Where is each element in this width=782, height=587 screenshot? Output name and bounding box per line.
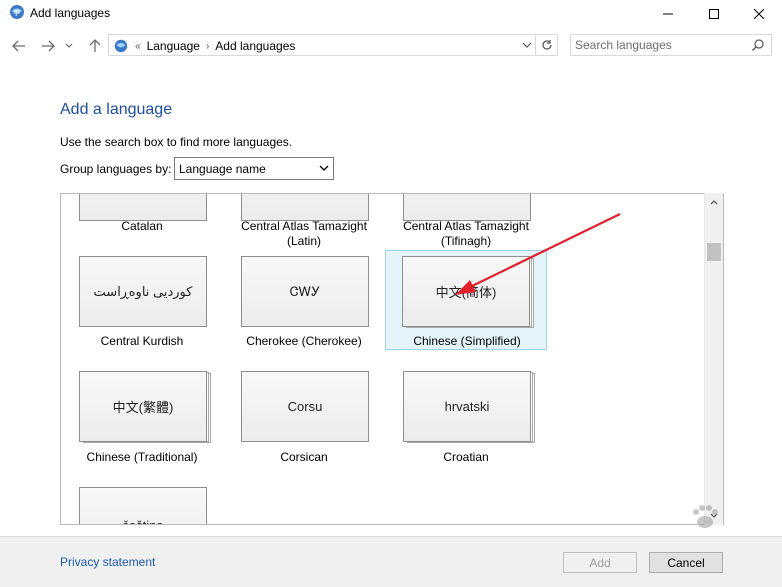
language-grid: Catalan Central Atlas Tamazight (Latin) … xyxy=(60,193,724,525)
language-preview xyxy=(241,194,371,222)
breadcrumb-overflow[interactable]: « xyxy=(135,41,141,52)
breadcrumb-separator-icon: › xyxy=(205,40,210,52)
back-button[interactable] xyxy=(9,36,29,56)
scroll-up-button[interactable] xyxy=(705,195,723,209)
language-preview: 中文(简体) xyxy=(402,256,534,328)
language-preview: čeština xyxy=(79,487,209,524)
group-by-select[interactable]: Language name xyxy=(174,157,334,180)
language-preview: ᏣᎳᎩ xyxy=(241,256,371,328)
language-globe-icon: 字 xyxy=(10,5,24,19)
language-tile-central-atlas-tamazight-latin[interactable]: Central Atlas Tamazight (Latin) xyxy=(223,194,385,250)
close-button[interactable] xyxy=(736,0,782,28)
window-title: Add languages xyxy=(30,6,111,20)
language-name: Central Atlas Tamazight (Latin) xyxy=(241,219,367,248)
title-bar: 字 Add languages xyxy=(0,0,782,28)
address-dropdown-icon[interactable] xyxy=(521,38,533,52)
language-tile-czech[interactable]: čeština xyxy=(61,487,223,524)
chevron-down-icon xyxy=(65,43,73,48)
minimize-button[interactable] xyxy=(645,0,691,28)
language-name: Catalan xyxy=(121,219,163,233)
language-sample: 中文(繁體) xyxy=(79,371,207,442)
group-by-value: Language name xyxy=(179,162,266,176)
address-bar[interactable]: « Language › Add languages xyxy=(108,34,558,56)
chevron-up-icon xyxy=(710,200,718,205)
language-preview: 中文(繁體) xyxy=(79,371,211,443)
language-sample: Corsu xyxy=(241,371,369,442)
scrollbar-thumb[interactable] xyxy=(707,243,721,261)
up-arrow-icon xyxy=(89,39,101,52)
language-sample: čeština xyxy=(79,487,207,524)
svg-text:字: 字 xyxy=(13,8,20,17)
privacy-statement-link[interactable]: Privacy statement xyxy=(60,555,155,569)
language-preview: کوردیی ناوەڕاست xyxy=(79,256,209,328)
language-sample: hrvatski xyxy=(403,371,531,442)
language-sample: کوردیی ناوەڕاست xyxy=(79,256,207,327)
language-sample: ᏣᎳᎩ xyxy=(241,256,369,327)
vertical-scrollbar[interactable] xyxy=(704,193,723,525)
language-preview xyxy=(79,194,209,222)
language-preview xyxy=(403,194,533,222)
recent-locations-button[interactable] xyxy=(62,36,76,56)
forward-icon xyxy=(42,40,55,52)
language-name: Corsican xyxy=(280,450,328,464)
instructions-text: Use the search box to find more language… xyxy=(60,135,293,149)
language-preview: Corsu xyxy=(241,371,371,443)
language-name: Croatian xyxy=(443,450,489,464)
language-name: Chinese (Traditional) xyxy=(86,450,198,464)
language-tile-central-kurdish[interactable]: کوردیی ناوەڕاست Central Kurdish xyxy=(61,250,223,350)
back-icon xyxy=(12,40,25,52)
search-box[interactable] xyxy=(570,34,772,56)
up-button[interactable] xyxy=(85,36,105,56)
breadcrumb-item-language[interactable]: Language xyxy=(147,39,200,53)
breadcrumb: « Language › Add languages xyxy=(113,38,295,54)
chevron-down-icon xyxy=(319,165,329,171)
maximize-icon xyxy=(709,9,719,19)
group-by-label: Group languages by: xyxy=(60,162,172,176)
language-tile-cherokee[interactable]: ᏣᎳᎩ Cherokee (Cherokee) xyxy=(223,250,385,350)
language-tile-catalan[interactable]: Catalan xyxy=(61,194,223,240)
language-tile-central-atlas-tamazight-tifinagh[interactable]: Central Atlas Tamazight (Tifinagh) xyxy=(385,194,547,250)
refresh-icon xyxy=(541,40,552,50)
cancel-button[interactable]: Cancel xyxy=(649,552,723,573)
minimize-icon xyxy=(663,13,673,15)
search-input[interactable] xyxy=(575,37,745,53)
language-tile-corsican[interactable]: Corsu Corsican xyxy=(223,371,385,471)
language-preview: hrvatski xyxy=(403,371,535,443)
search-icon[interactable] xyxy=(751,38,765,52)
close-icon xyxy=(754,9,764,19)
language-tile-chinese-traditional[interactable]: 中文(繁體) Chinese (Traditional) xyxy=(61,371,223,471)
add-button[interactable]: Add xyxy=(563,552,637,573)
language-name: Chinese (Simplified) xyxy=(413,334,521,348)
language-tile-chinese-simplified[interactable]: 中文(简体) Chinese (Simplified) xyxy=(385,250,547,350)
refresh-button[interactable] xyxy=(535,35,557,55)
language-sample: 中文(简体) xyxy=(402,256,530,327)
language-tile-croatian[interactable]: hrvatski Croatian xyxy=(385,371,547,471)
maximize-button[interactable] xyxy=(691,0,737,28)
page-title: Add a language xyxy=(60,101,173,118)
language-globe-icon xyxy=(114,39,128,53)
forward-button[interactable] xyxy=(38,36,58,56)
language-name: Central Kurdish xyxy=(100,334,184,348)
dialog-footer: Privacy statement Add Cancel xyxy=(0,536,782,587)
watermark-logo xyxy=(693,505,718,528)
language-name: Central Atlas Tamazight (Tifinagh) xyxy=(403,219,529,248)
breadcrumb-item-add-languages[interactable]: Add languages xyxy=(215,39,295,53)
language-name: Cherokee (Cherokee) xyxy=(246,334,362,348)
